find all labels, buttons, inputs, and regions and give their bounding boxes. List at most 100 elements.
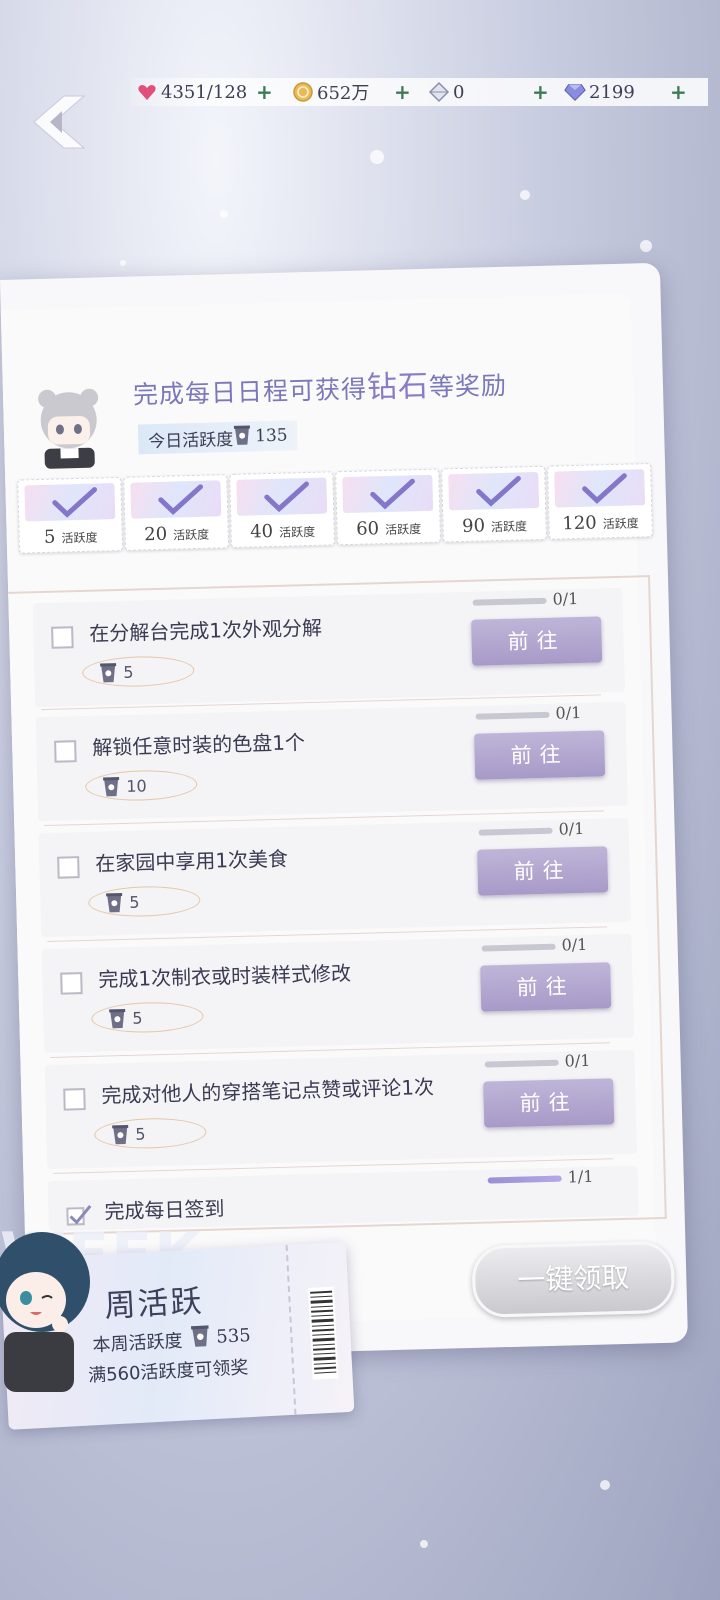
task-row: 完成1次制衣或时装样式修改 5 0/1 前往 bbox=[41, 933, 635, 1054]
check-icon bbox=[370, 478, 415, 510]
barcode-icon bbox=[307, 1286, 339, 1380]
task-list[interactable]: 在分解台完成1次外观分解 5 0/1 前往 解锁任意时装的色盘1个 10 0/1… bbox=[8, 575, 667, 1236]
weekly-reward-hint: 满560活跃度可领奖 bbox=[87, 1357, 249, 1387]
activity-cup-icon bbox=[190, 1323, 211, 1353]
title-text: 完成每日日程可获得 bbox=[132, 374, 368, 410]
reward-ticket[interactable]: 5 活跃度 bbox=[17, 476, 124, 554]
activity-cup-icon bbox=[106, 893, 123, 913]
task-checkbox bbox=[63, 1088, 86, 1111]
gold-coin-icon bbox=[292, 81, 314, 103]
task-row: 在分解台完成1次外观分解 5 0/1 前往 bbox=[32, 587, 625, 708]
reward-points: 60 bbox=[355, 518, 380, 540]
character-portrait bbox=[0, 1212, 100, 1412]
task-points: 10 bbox=[84, 769, 198, 802]
task-points: 5 bbox=[87, 884, 201, 918]
reward-art bbox=[24, 483, 116, 522]
add-diamond-button[interactable]: + bbox=[670, 78, 687, 106]
task-points: 5 bbox=[81, 655, 195, 688]
check-icon bbox=[158, 484, 203, 515]
reward-unit: 活跃度 bbox=[61, 530, 98, 546]
task-row: 完成对他人的穿搭笔记点赞或评论1次 5 0/1 前往 bbox=[44, 1049, 638, 1170]
currency-bar: 4351/128 + 652万 + 0 + 2199 + bbox=[130, 78, 708, 106]
task-progress-bar bbox=[478, 827, 553, 836]
task-points-value: 5 bbox=[132, 1008, 143, 1028]
task-points: 5 bbox=[90, 1000, 204, 1034]
sparkle bbox=[220, 210, 228, 218]
task-progress-bar bbox=[481, 943, 556, 952]
task-checkbox bbox=[54, 740, 77, 763]
goto-button[interactable]: 前往 bbox=[474, 730, 606, 780]
reward-ticket[interactable]: 40 活跃度 bbox=[229, 471, 336, 549]
reward-unit: 活跃度 bbox=[278, 524, 316, 540]
reward-points: 5 bbox=[43, 526, 56, 548]
goto-button[interactable]: 前往 bbox=[483, 1078, 615, 1128]
progress-fill bbox=[487, 1175, 562, 1184]
activity-cup-icon bbox=[112, 1124, 129, 1145]
diamond-counter: 2199 bbox=[564, 78, 635, 106]
task-progress-text: 0/1 bbox=[555, 702, 582, 723]
weekly-activity-value: 535 bbox=[215, 1324, 252, 1348]
task-points-value: 5 bbox=[123, 662, 134, 682]
reward-art bbox=[130, 480, 222, 519]
today-activity-value: 135 bbox=[254, 425, 288, 447]
sparkle bbox=[370, 150, 384, 164]
reward-ticket[interactable]: 90 活跃度 bbox=[441, 465, 547, 543]
reward-ticket[interactable]: 20 活跃度 bbox=[123, 474, 230, 551]
back-arrow-icon bbox=[33, 95, 86, 149]
reward-art bbox=[448, 471, 540, 511]
sparkle bbox=[640, 240, 652, 252]
reward-ticket[interactable]: 60 活跃度 bbox=[335, 468, 442, 546]
gold-counter: 652万 bbox=[292, 78, 369, 106]
goto-button[interactable]: 前往 bbox=[480, 962, 612, 1012]
reward-ticket[interactable]: 120 活跃度 bbox=[547, 463, 653, 540]
page-title: 完成每日日程可获得钻石等奖励 bbox=[132, 359, 508, 413]
heart-stamina-icon bbox=[136, 81, 158, 103]
check-icon bbox=[52, 487, 98, 518]
activity-cup-icon bbox=[109, 1008, 126, 1029]
activity-cup-icon bbox=[233, 423, 252, 450]
task-row: 解锁任意时装的色盘1个 10 0/1 前往 bbox=[35, 701, 628, 822]
back-button[interactable] bbox=[28, 92, 88, 152]
reward-art bbox=[554, 469, 646, 508]
task-checkbox bbox=[57, 856, 80, 879]
task-title: 在分解台完成1次外观分解 bbox=[88, 615, 323, 646]
reward-points: 90 bbox=[461, 515, 486, 537]
add-crystal-button[interactable]: + bbox=[532, 78, 549, 106]
task-row: 在家园中享用1次美食 5 0/1 前往 bbox=[38, 817, 632, 938]
task-title: 完成对他人的穿搭笔记点赞或评论1次 bbox=[101, 1074, 435, 1108]
add-stamina-button[interactable]: + bbox=[256, 78, 273, 106]
task-progress-text: 0/1 bbox=[561, 934, 588, 955]
diamond-value: 2199 bbox=[589, 81, 635, 103]
claim-all-button[interactable]: 一键领取 bbox=[471, 1240, 676, 1318]
task-points-value: 5 bbox=[129, 892, 140, 912]
stamina-value: 4351/128 bbox=[161, 81, 248, 103]
activity-cup-icon bbox=[103, 777, 120, 797]
weekly-activity: 本周活跃度 535 bbox=[92, 1321, 252, 1358]
panel-page: 完成每日日程可获得钻石等奖励 今日活跃度 135 5 活跃度 20 活跃度 40 活跃… bbox=[0, 293, 676, 1330]
sparkle bbox=[520, 190, 530, 200]
task-progress-bar bbox=[472, 597, 547, 606]
task-points-value: 5 bbox=[135, 1123, 146, 1144]
sparkle bbox=[420, 1540, 428, 1548]
task-title: 在家园中享用1次美食 bbox=[94, 846, 289, 876]
task-title: 完成1次制衣或时装样式修改 bbox=[98, 961, 352, 992]
reward-art bbox=[236, 477, 328, 516]
title-highlight: 钻石 bbox=[366, 368, 430, 406]
reward-unit: 活跃度 bbox=[173, 527, 210, 543]
goto-button[interactable]: 前往 bbox=[477, 846, 609, 896]
stamina-counter: 4351/128 bbox=[136, 78, 247, 106]
reward-unit: 活跃度 bbox=[384, 522, 422, 538]
task-progress-text: 0/1 bbox=[558, 818, 585, 839]
add-gold-button[interactable]: + bbox=[394, 78, 411, 106]
check-icon bbox=[476, 475, 521, 507]
task-checkbox bbox=[60, 972, 83, 995]
gold-value: 652万 bbox=[317, 83, 370, 104]
goto-button[interactable]: 前往 bbox=[471, 616, 603, 666]
task-progress-bar bbox=[475, 711, 550, 720]
task-progress-text: 0/1 bbox=[552, 588, 579, 609]
crystal-value: 0 bbox=[453, 81, 465, 103]
task-title: 解锁任意时装的色盘1个 bbox=[91, 730, 306, 760]
reward-unit: 活跃度 bbox=[602, 516, 639, 532]
ticket-perforation bbox=[285, 1244, 297, 1415]
weekly-activity-label: 本周活跃度 bbox=[92, 1330, 184, 1356]
